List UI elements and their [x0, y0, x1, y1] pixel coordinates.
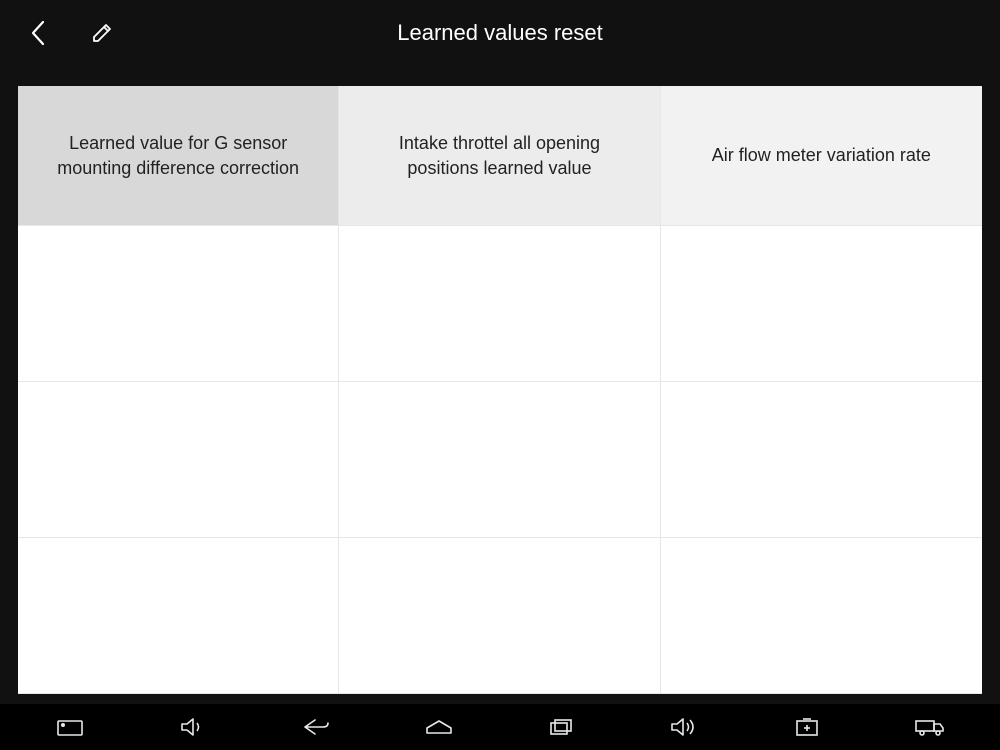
nav-recent-button[interactable]	[531, 707, 591, 747]
page-title: Learned values reset	[0, 20, 1000, 46]
empty-cell	[339, 226, 660, 382]
truck-icon	[914, 717, 946, 737]
option-label: Air flow meter variation rate	[712, 143, 931, 167]
back-arrow-icon	[301, 717, 331, 737]
volume-up-icon	[669, 716, 699, 738]
recent-apps-icon	[548, 717, 574, 737]
top-bar: Learned values reset	[0, 0, 1000, 66]
empty-cell	[339, 538, 660, 694]
option-airflow-meter[interactable]: Air flow meter variation rate	[661, 86, 982, 226]
home-icon	[424, 718, 454, 736]
nav-home-button[interactable]	[409, 707, 469, 747]
chevron-left-icon	[29, 19, 47, 47]
option-g-sensor[interactable]: Learned value for G sensor mounting diff…	[18, 86, 339, 226]
pencil-icon	[89, 20, 115, 46]
nav-volume-down-button[interactable]	[163, 707, 223, 747]
empty-cell	[18, 382, 339, 538]
plus-box-icon	[794, 716, 820, 738]
nav-volume-up-button[interactable]	[654, 707, 714, 747]
option-intake-throttle[interactable]: Intake throttel all opening positions le…	[339, 86, 660, 226]
system-nav-bar	[0, 704, 1000, 750]
options-grid: Learned value for G sensor mounting diff…	[18, 86, 982, 694]
volume-down-icon	[179, 716, 207, 738]
back-button[interactable]	[16, 11, 60, 55]
empty-cell	[339, 382, 660, 538]
content-area: Learned value for G sensor mounting diff…	[0, 66, 1000, 704]
option-label: Intake throttel all opening positions le…	[363, 131, 635, 180]
nav-back-button[interactable]	[286, 707, 346, 747]
empty-cell	[661, 538, 982, 694]
camera-icon	[56, 717, 84, 737]
empty-cell	[18, 226, 339, 382]
option-label: Learned value for G sensor mounting diff…	[42, 131, 314, 180]
edit-button[interactable]	[80, 11, 124, 55]
empty-cell	[661, 382, 982, 538]
empty-cell	[18, 538, 339, 694]
empty-cell	[661, 226, 982, 382]
nav-truck-button[interactable]	[900, 707, 960, 747]
nav-camera-button[interactable]	[40, 707, 100, 747]
nav-add-button[interactable]	[777, 707, 837, 747]
